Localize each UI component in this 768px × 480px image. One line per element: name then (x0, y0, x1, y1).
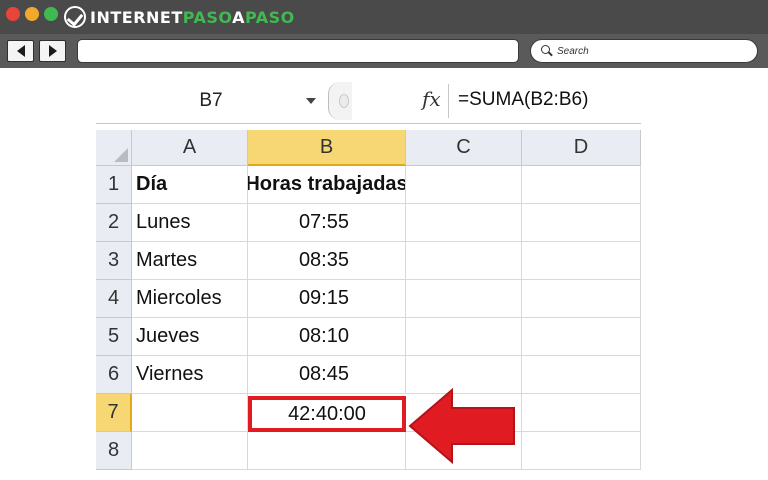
address-bar[interactable] (77, 39, 519, 63)
cell-b1[interactable]: Horas trabajadas (248, 166, 406, 204)
logo-text: INTERNETPASOAPASO (90, 7, 295, 27)
formula-divider (448, 84, 449, 118)
row-header-4[interactable]: 4 (96, 280, 132, 318)
cell-d7[interactable] (522, 394, 641, 432)
cell-d8[interactable] (522, 432, 641, 470)
row-header-7[interactable]: 7 (96, 394, 132, 432)
cell-a3[interactable]: Martes (132, 242, 248, 280)
cell-c2[interactable] (406, 204, 522, 242)
column-header-d[interactable]: D (522, 130, 641, 166)
cell-d6[interactable] (522, 356, 641, 394)
cell-a5[interactable]: Jueves (132, 318, 248, 356)
cell-d5[interactable] (522, 318, 641, 356)
cell-c5[interactable] (406, 318, 522, 356)
cell-c1[interactable] (406, 166, 522, 204)
cell-d2[interactable] (522, 204, 641, 242)
row-header-1[interactable]: 1 (96, 166, 132, 204)
cell-d4[interactable] (522, 280, 641, 318)
arrow-left-icon (16, 45, 25, 57)
select-all-button[interactable] (96, 130, 132, 166)
cell-b2[interactable]: 07:55 (248, 204, 406, 242)
name-box[interactable]: B7 (96, 84, 326, 118)
row-header-5[interactable]: 5 (96, 318, 132, 356)
cell-c3[interactable] (406, 242, 522, 280)
cell-b7-selected[interactable]: 42:40:00 (248, 396, 406, 432)
cell-d3[interactable] (522, 242, 641, 280)
cell-b6[interactable]: 08:45 (248, 356, 406, 394)
name-box-value: B7 (199, 90, 223, 111)
column-header-a[interactable]: A (132, 130, 248, 166)
browser-titlebar: INTERNETPASOAPASO (0, 0, 768, 34)
row-header-6[interactable]: 6 (96, 356, 132, 394)
spreadsheet: B7 fx =SUMA(B2:B6) A B C D 1 Día Horas t… (96, 78, 641, 480)
site-logo: INTERNETPASOAPASO (64, 5, 295, 29)
minimize-window-button[interactable] (25, 7, 39, 21)
cell-a2[interactable]: Lunes (132, 204, 248, 242)
insert-function-button[interactable]: fx (422, 87, 441, 111)
check-logo-icon (64, 6, 86, 28)
maximize-window-button[interactable] (44, 7, 58, 21)
browser-navbar: Search (0, 34, 768, 68)
formula-input[interactable]: =SUMA(B2:B6) (458, 89, 588, 111)
cell-b3[interactable]: 08:35 (248, 242, 406, 280)
cell-b5[interactable]: 08:10 (248, 318, 406, 356)
arrow-right-icon (48, 45, 57, 57)
forward-button[interactable] (39, 40, 66, 62)
row-header-2[interactable]: 2 (96, 204, 132, 242)
splitter-handle-icon (339, 94, 349, 108)
cell-a1[interactable]: Día (132, 166, 248, 204)
search-input[interactable]: Search (530, 39, 758, 63)
column-header-b[interactable]: B (248, 130, 406, 166)
cell-b4[interactable]: 09:15 (248, 280, 406, 318)
red-arrow-left-icon (408, 388, 515, 464)
row-header-8[interactable]: 8 (96, 432, 132, 470)
cell-a8[interactable] (132, 432, 248, 470)
cell-b8[interactable] (248, 432, 406, 470)
search-icon (541, 45, 553, 57)
row-header-3[interactable]: 3 (96, 242, 132, 280)
chevron-down-icon[interactable] (306, 98, 316, 104)
search-placeholder: Search (557, 45, 589, 57)
cell-a4[interactable]: Miercoles (132, 280, 248, 318)
close-window-button[interactable] (6, 7, 20, 21)
back-button[interactable] (7, 40, 34, 62)
cell-c4[interactable] (406, 280, 522, 318)
column-header-c[interactable]: C (406, 130, 522, 166)
cell-d1[interactable] (522, 166, 641, 204)
cell-a7[interactable] (132, 394, 248, 432)
cell-a6[interactable]: Viernes (132, 356, 248, 394)
formula-bar: B7 fx =SUMA(B2:B6) (96, 78, 641, 124)
